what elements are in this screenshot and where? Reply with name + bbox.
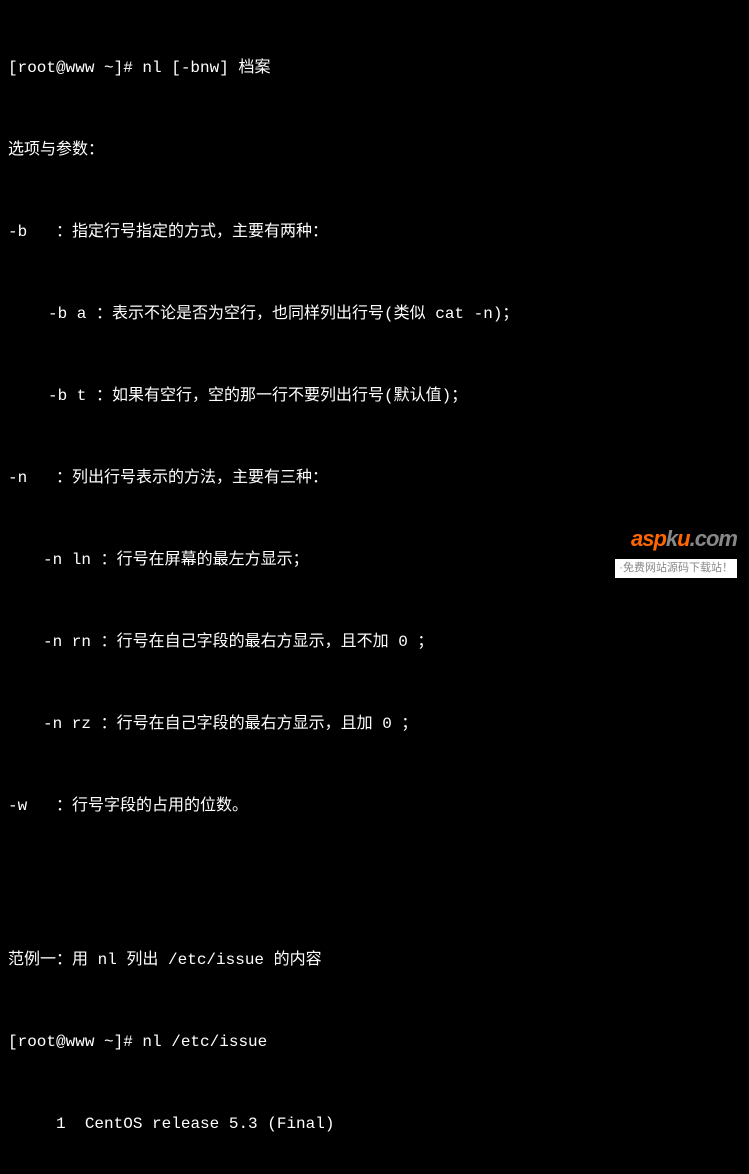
options-header: 选项与参数： (8, 138, 741, 162)
output-line-1: 1 CentOS release 5.3 (Final) (8, 1112, 741, 1136)
option-n-rz: -n rz ：行号在自己字段的最右方显示，且加 0 ； (8, 712, 741, 736)
option-b-t: -b t ：如果有空行，空的那一行不要列出行号(默认值)； (8, 384, 741, 408)
option-b-a: -b a ：表示不论是否为空行，也同样列出行号(类似 cat -n)； (8, 302, 741, 326)
option-n: -n ：列出行号表示的方法，主要有三种： (8, 466, 741, 490)
watermark-brand: aspku.com (615, 522, 737, 555)
brand-part-1: asp (631, 526, 666, 551)
blank-line (8, 876, 741, 900)
brand-tld: com (695, 526, 737, 551)
example-header: 范例一：用 nl 列出 /etc/issue 的内容 (8, 948, 741, 972)
option-b: -b ：指定行号指定的方式，主要有两种： (8, 220, 741, 244)
option-w: -w ：行号字段的占用的位数。 (8, 794, 741, 818)
command-line-2: [root@www ~]# nl /etc/issue (8, 1030, 741, 1054)
watermark: aspku.com ·免费网站源码下载站！ (615, 522, 737, 579)
command-line: [root@www ~]# nl [-bnw] 档案 (8, 56, 741, 80)
brand-part-2: k (666, 526, 677, 551)
watermark-tagline: ·免费网站源码下载站！ (615, 559, 737, 578)
terminal-output: [root@www ~]# nl [-bnw] 档案 选项与参数： -b ：指定… (8, 8, 741, 1174)
option-n-rn: -n rn ：行号在自己字段的最右方显示，且不加 0 ； (8, 630, 741, 654)
brand-part-3: u (677, 526, 689, 551)
